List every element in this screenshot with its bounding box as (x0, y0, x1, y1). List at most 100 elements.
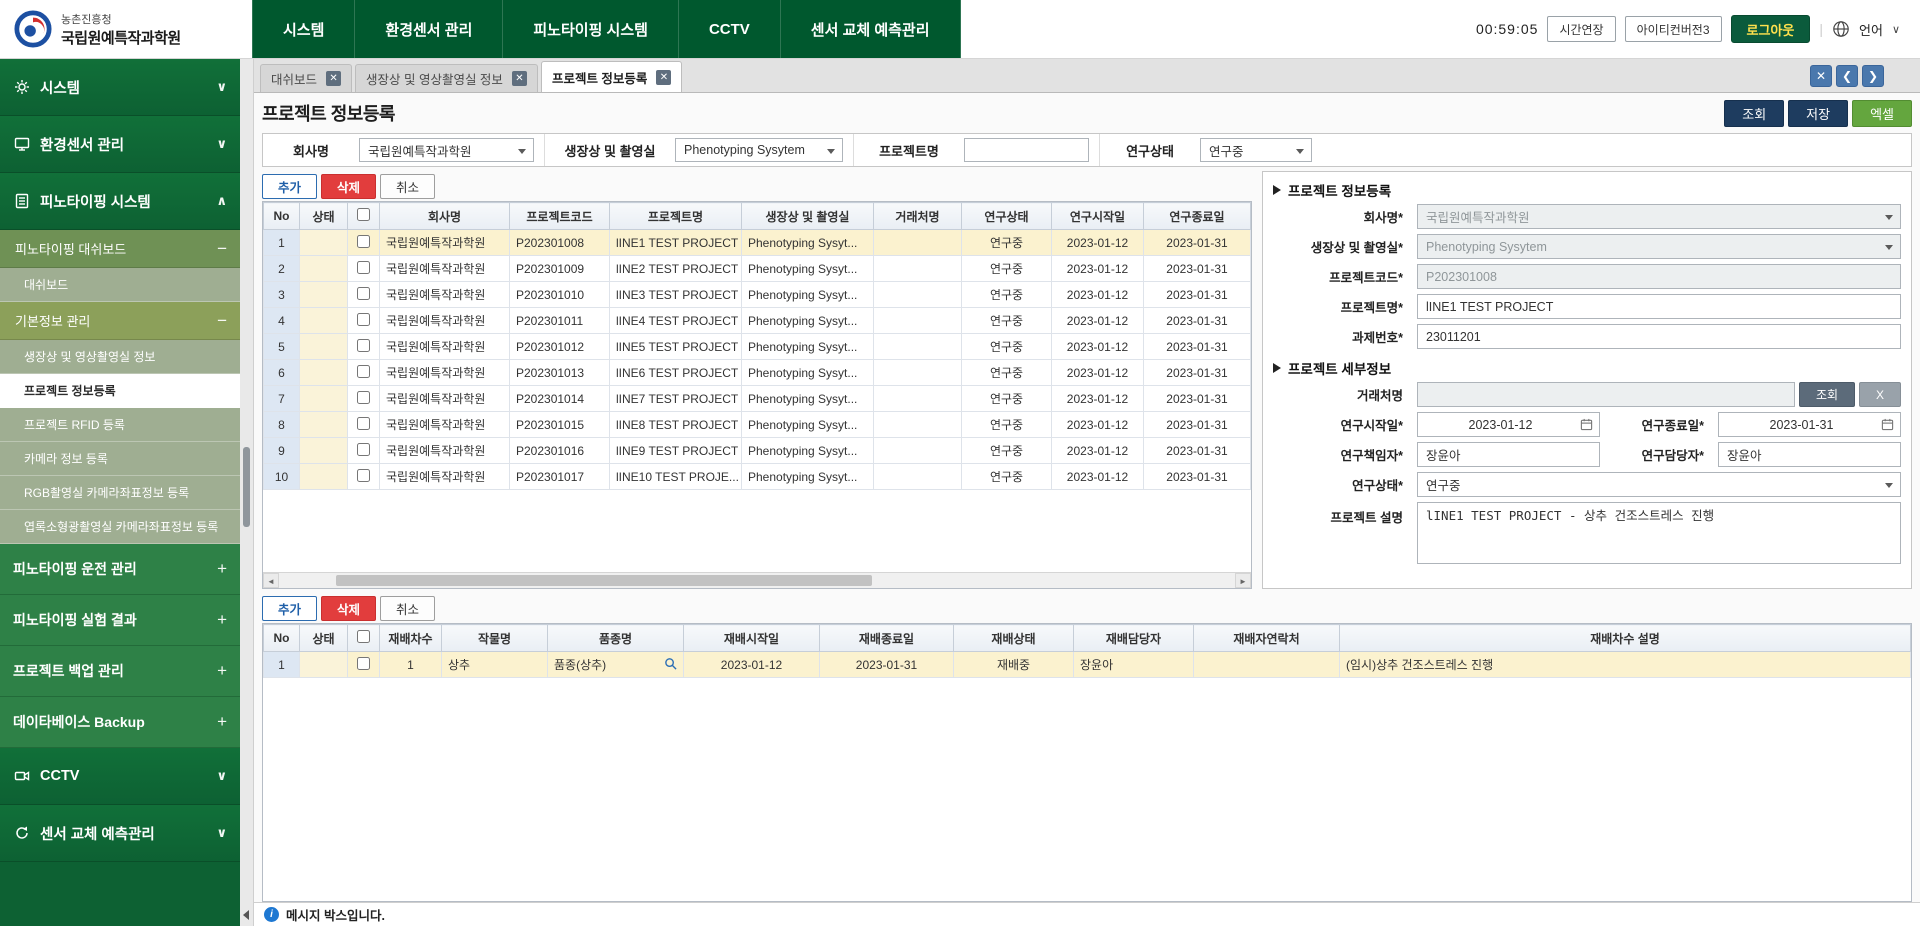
scrollbar-track[interactable] (279, 573, 1235, 588)
delete-button[interactable]: 삭제 (321, 596, 376, 621)
sidebar-item-cctv[interactable]: CCTV ∨ (0, 748, 240, 805)
row-checkbox[interactable] (357, 261, 370, 274)
project-table-row[interactable]: 10 국립원예특작과학원 P202301017 lINE10 TEST PROJ… (264, 464, 1251, 490)
logout-button[interactable]: 로그아웃 (1731, 15, 1811, 43)
project-table-row[interactable]: 9 국립원예특작과학원 P202301016 lINE9 TEST PROJEC… (264, 438, 1251, 464)
project-name-input[interactable] (964, 138, 1089, 162)
variety-search-icon[interactable] (664, 657, 677, 673)
sidebar-group-project-backup[interactable]: 프로젝트 백업 관리 + (0, 646, 240, 697)
end-date-input[interactable]: 2023-01-31 (1718, 412, 1901, 437)
save-button[interactable]: 저장 (1788, 100, 1848, 127)
search-button[interactable]: 조회 (1724, 100, 1784, 127)
research-staff-input[interactable] (1718, 442, 1901, 467)
tab-close-icon[interactable]: ✕ (326, 71, 341, 86)
sidebar-item-project-rfid[interactable]: 프로젝트 RFID 등록 (0, 408, 240, 442)
prev-tab-button[interactable]: ❮ (1836, 65, 1858, 87)
sidebar-item-project-registration[interactable]: 프로젝트 정보등록 (0, 374, 240, 408)
topnav-item[interactable]: 센서 교체 예측관리 (781, 0, 961, 58)
scroll-right-arrow[interactable]: ► (1235, 573, 1251, 588)
row-checkbox[interactable] (357, 443, 370, 456)
sidebar-item-growth-room-info[interactable]: 생장상 및 영상촬영실 정보 (0, 340, 240, 374)
topnav-item[interactable]: 시스템 (252, 0, 355, 58)
project-table-row[interactable]: 4 국립원예특작과학원 P202301011 lINE4 TEST PROJEC… (264, 308, 1251, 334)
chamber-filter-select[interactable]: Phenotyping Sysytem (675, 138, 843, 162)
row-checkbox[interactable] (357, 313, 370, 326)
splitter-drag-handle[interactable] (243, 447, 250, 527)
sidebar-group-experiment-results[interactable]: 피노타이핑 실험 결과 + (0, 595, 240, 646)
row-checkbox[interactable] (357, 339, 370, 352)
tab[interactable]: 프로젝트 정보등록 ✕ (541, 61, 682, 92)
close-all-tabs-button[interactable]: ✕ (1810, 65, 1832, 87)
research-status-select[interactable]: 연구중 (1417, 472, 1901, 497)
project-name-field[interactable] (1417, 294, 1901, 319)
project-code-input[interactable] (1417, 264, 1901, 289)
cancel-button[interactable]: 취소 (380, 596, 435, 621)
scroll-left-arrow[interactable]: ◄ (263, 573, 279, 588)
select-all-checkbox[interactable] (357, 630, 370, 643)
row-checkbox[interactable] (357, 657, 370, 670)
select-all-checkbox[interactable] (357, 208, 370, 221)
sidebar-section-basic-info[interactable]: 기본정보 관리 − (0, 302, 240, 340)
row-checkbox[interactable] (357, 235, 370, 248)
cancel-button[interactable]: 취소 (380, 174, 435, 199)
project-description-textarea[interactable]: lINE1 TEST PROJECT - 상추 건조스트레스 진행 (1417, 502, 1901, 564)
sidebar-item-system[interactable]: 시스템 ∨ (0, 59, 240, 116)
tab-close-icon[interactable]: ✕ (656, 70, 671, 85)
language-chevron-down-icon[interactable]: ∨ (1892, 23, 1900, 36)
research-manager-input[interactable] (1417, 442, 1600, 467)
calendar-icon[interactable] (1580, 418, 1593, 434)
project-table-row[interactable]: 5 국립원예특작과학원 P202301012 lINE5 TEST PROJEC… (264, 334, 1251, 360)
chamber-select[interactable]: Phenotyping Sysytem (1417, 234, 1901, 259)
client-search-button[interactable]: 조회 (1799, 382, 1855, 407)
cultivation-table-row[interactable]: 1 1 상추 품종(상추) (264, 652, 1911, 678)
extend-session-button[interactable]: 시간연장 (1547, 16, 1615, 42)
delete-button[interactable]: 삭제 (321, 174, 376, 199)
start-date-input[interactable]: 2023-01-12 (1417, 412, 1600, 437)
sidebar-group-operation-management[interactable]: 피노타이핑 운전 관리 + (0, 544, 240, 595)
sidebar-item-env-sensor[interactable]: 환경센서 관리 ∨ (0, 116, 240, 173)
sidebar-item-camera-info[interactable]: 카메라 정보 등록 (0, 442, 240, 476)
client-clear-button[interactable]: X (1859, 382, 1901, 407)
tab[interactable]: 대쉬보드 ✕ (260, 64, 352, 92)
globe-icon[interactable] (1832, 20, 1850, 38)
tab[interactable]: 생장상 및 영상촬영실 정보 ✕ (355, 64, 538, 92)
row-checkbox[interactable] (357, 287, 370, 300)
project-table-row[interactable]: 8 국립원예특작과학원 P202301015 lINE8 TEST PROJEC… (264, 412, 1251, 438)
company-select[interactable]: 국립원예특작과학원 (1417, 204, 1901, 229)
client-input[interactable] (1417, 382, 1795, 407)
task-number-input[interactable] (1417, 324, 1901, 349)
project-table-row[interactable]: 2 국립원예특작과학원 P202301009 lINE2 TEST PROJEC… (264, 256, 1251, 282)
topnav-item[interactable]: CCTV (679, 0, 781, 58)
sidebar-item-rgb-camera-coords[interactable]: RGB촬영실 카메라좌표정보 등록 (0, 476, 240, 510)
project-table-row[interactable]: 3 국립원예특작과학원 P202301010 lINE3 TEST PROJEC… (264, 282, 1251, 308)
sidebar-item-dashboard[interactable]: 대쉬보드 (0, 268, 240, 302)
company-filter-select[interactable]: 국립원예특작과학원 (359, 138, 534, 162)
next-tab-button[interactable]: ❯ (1862, 65, 1884, 87)
project-table-row[interactable]: 1 국립원예특작과학원 P202301008 lINE1 TEST PROJEC… (264, 230, 1251, 256)
topnav-item[interactable]: 환경센서 관리 (355, 0, 503, 58)
language-label[interactable]: 언어 (1859, 20, 1883, 39)
sidebar-group-database-backup[interactable]: 데이타베이스 Backup + (0, 697, 240, 748)
row-checkbox[interactable] (357, 391, 370, 404)
project-table-row[interactable]: 6 국립원예특작과학원 P202301013 lINE6 TEST PROJEC… (264, 360, 1251, 386)
row-checkbox[interactable] (357, 469, 370, 482)
sidebar-item-chlorophyll-camera-coords[interactable]: 엽록소형광촬영실 카메라좌표정보 등록 (0, 510, 240, 544)
project-table-row[interactable]: 7 국립원예특작과학원 P202301014 lINE7 TEST PROJEC… (264, 386, 1251, 412)
excel-button[interactable]: 엑셀 (1852, 100, 1912, 127)
user-version-button[interactable]: 아이티컨버전3 (1625, 16, 1722, 42)
org-logo[interactable]: 농촌진흥청 국립원예특작과학원 (0, 0, 252, 58)
scrollbar-thumb[interactable] (336, 575, 871, 586)
row-checkbox[interactable] (357, 365, 370, 378)
calendar-icon[interactable] (1881, 418, 1894, 434)
splitter-collapse-icon[interactable] (243, 910, 249, 920)
tab-close-icon[interactable]: ✕ (512, 71, 527, 86)
sidebar-section-phenotyping-dashboard[interactable]: 피노타이핑 대쉬보드 − (0, 230, 240, 268)
topnav-item[interactable]: 피노타이핑 시스템 (503, 0, 679, 58)
panel-splitter[interactable] (240, 59, 254, 926)
sidebar-item-phenotyping[interactable]: 피노타이핑 시스템 ∧ (0, 173, 240, 230)
add-button[interactable]: 추가 (262, 174, 317, 199)
horizontal-scrollbar[interactable]: ◄ ► (263, 572, 1251, 588)
row-checkbox[interactable] (357, 417, 370, 430)
add-button[interactable]: 추가 (262, 596, 317, 621)
status-filter-select[interactable]: 연구중 (1200, 138, 1312, 162)
